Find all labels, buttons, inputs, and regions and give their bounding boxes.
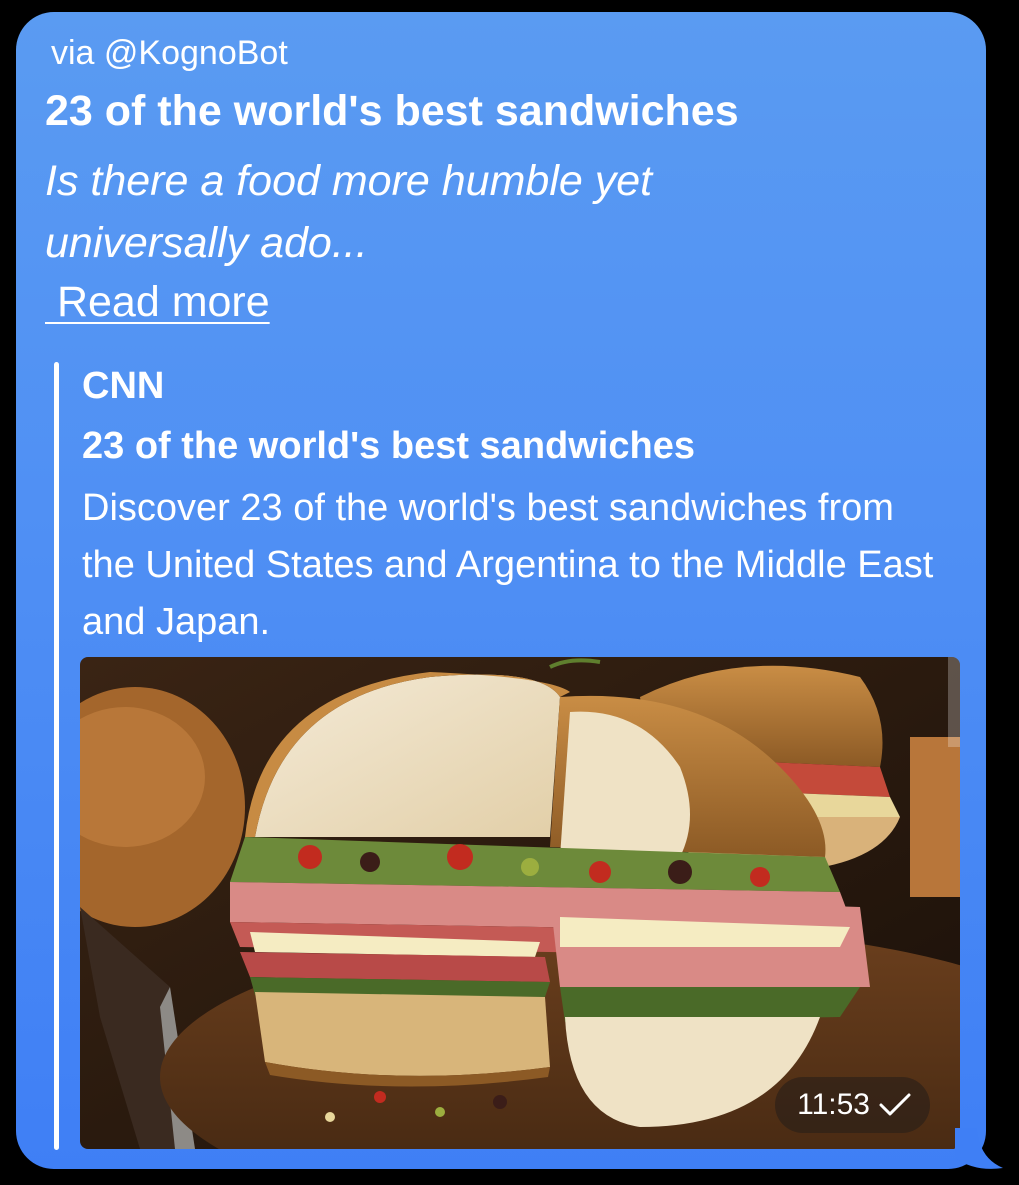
timestamp-pill: 11:53 xyxy=(775,1077,930,1133)
link-preview-description: Discover 23 of the world's best sandwich… xyxy=(82,487,934,643)
link-preview-title: 23 of the world's best sandwiches xyxy=(82,425,695,467)
link-preview[interactable]: CNN 23 of the world's best sandwiches Di… xyxy=(54,362,964,1150)
link-preview-image[interactable]: 11:53 xyxy=(80,657,960,1149)
link-preview-accent-bar xyxy=(54,362,59,1150)
check-icon xyxy=(878,1091,912,1119)
message-time: 11:53 xyxy=(797,1088,870,1121)
message-title: 23 of the world's best sandwiches xyxy=(45,87,739,135)
bubble-tail xyxy=(955,1128,1003,1169)
message-excerpt: Is there a food more humble yet universa… xyxy=(45,157,653,267)
read-more-link[interactable]: Read more xyxy=(45,278,270,327)
link-preview-site-name: CNN xyxy=(82,365,165,407)
via-bot-label[interactable]: via @KognoBot xyxy=(51,34,288,73)
sandwich-photo xyxy=(80,657,960,1149)
message-bubble[interactable]: via @KognoBot 23 of the world's best san… xyxy=(16,12,986,1169)
